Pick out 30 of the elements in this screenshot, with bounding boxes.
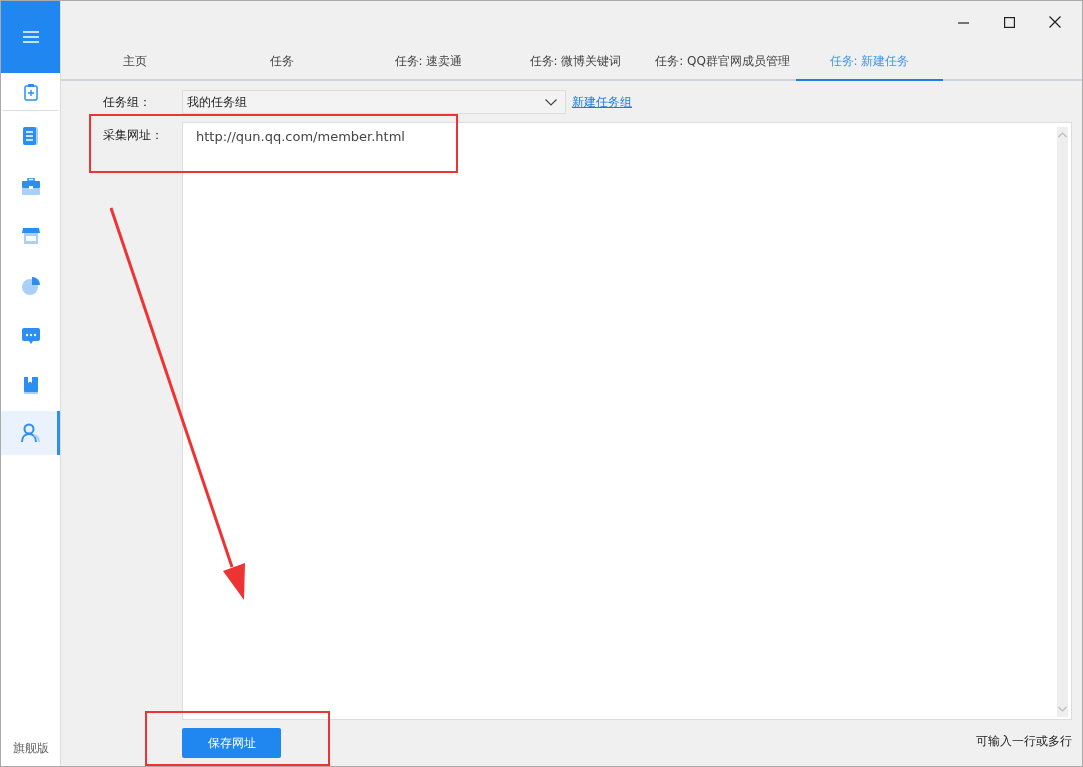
new-group-link[interactable]: 新建任务组: [572, 93, 632, 111]
document-icon: [22, 127, 39, 145]
tab[interactable]: 任务: [208, 43, 355, 79]
pie-chart-icon: [21, 277, 40, 295]
edition-label: 旗舰版: [11, 740, 50, 757]
tab[interactable]: 任务: 微博关键词: [502, 43, 649, 79]
save-button[interactable]: 保存网址: [182, 728, 281, 758]
close-icon: [1049, 16, 1061, 28]
book-icon: [22, 377, 39, 395]
chat-bubble-icon: [21, 328, 40, 344]
hint-text: 可输入一行或多行: [976, 733, 1072, 750]
user-icon: [21, 423, 40, 443]
chevron-down-icon: [545, 98, 557, 106]
url-input-field[interactable]: http://qun.qq.com/member.html: [182, 122, 1072, 720]
briefcase-icon: [21, 177, 40, 195]
sidebar-item[interactable]: [1, 411, 60, 455]
maximize-icon: [1003, 16, 1015, 28]
clipboard-plus-icon: [22, 82, 39, 101]
task-group-dropdown[interactable]: 我的任务组: [182, 90, 566, 114]
tab[interactable]: 任务: QQ群官网成员管理: [649, 43, 796, 79]
scroll-up-icon: [1058, 132, 1067, 138]
tab[interactable]: 主页: [61, 43, 208, 79]
field-label: 任务组：: [103, 93, 152, 111]
scrollbar[interactable]: [1057, 127, 1068, 717]
menu-icon: [22, 31, 39, 43]
scroll-down-icon: [1058, 706, 1067, 712]
field-label: 采集网址：: [103, 127, 164, 144]
menu-button[interactable]: [1, 1, 60, 73]
store-icon: [21, 228, 40, 244]
tab[interactable]: 任务: 速卖通: [355, 43, 502, 79]
